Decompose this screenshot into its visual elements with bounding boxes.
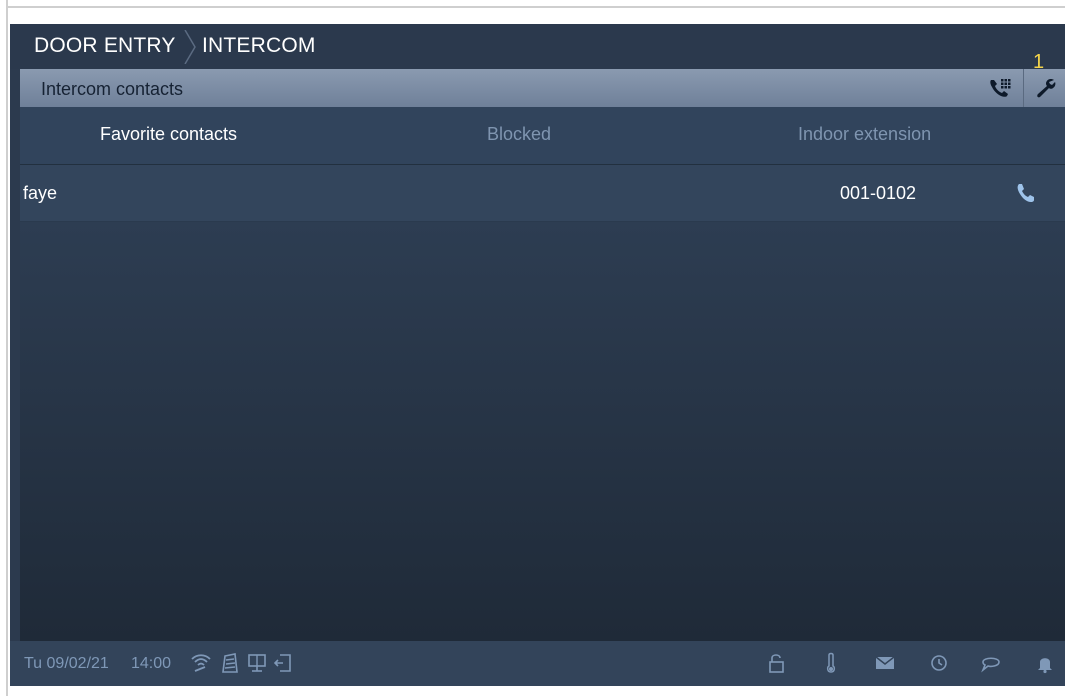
tab-blocked[interactable]: Blocked [487,124,551,145]
exit-icon [273,654,291,672]
callout-number: 1 [1033,51,1045,73]
screen-icon [248,654,266,672]
tab-favorite-contacts[interactable]: Favorite contacts [100,124,237,145]
bell-icon[interactable] [1034,652,1056,674]
contact-name: faye [23,183,58,203]
status-date: Tu 09/02/21 [24,655,109,672]
header: DOOR ENTRY INTERCOM [10,24,1065,69]
breadcrumb-intercom[interactable]: INTERCOM [202,34,316,58]
breadcrumb-separator-icon [184,30,196,64]
tab-bar: Favorite contacts Blocked Indoor extensi… [20,107,1065,165]
frame-left [0,0,8,696]
history-icon[interactable] [928,652,950,674]
breadcrumb-door-entry[interactable]: DOOR ENTRY [34,34,176,58]
wrench-icon [1037,79,1056,98]
status-time: 14:00 [131,655,172,672]
lock-icon[interactable] [766,652,788,674]
phone-keypad-icon [990,79,1011,97]
chat-icon[interactable] [980,652,1002,674]
thermometer-icon[interactable] [820,652,842,674]
tab-indoor-extension[interactable]: Indoor extension [798,124,931,145]
status-bar: Tu 09/02/21 14:00 [10,641,1065,686]
page-title: Intercom contacts [41,79,184,99]
mail-icon[interactable] [874,652,896,674]
content-area [20,222,1065,641]
dial-keypad-button[interactable] [978,69,1022,107]
settings-button[interactable] [1023,69,1065,107]
wifi-icon [191,654,211,672]
building-icon [222,653,238,673]
title-bar: Intercom contacts 1 [20,51,1065,107]
app-screen: DOOR ENTRY INTERCOM Intercom contacts 1 … [10,24,1065,686]
contact-list: faye 001-0102 [20,165,1065,222]
contact-row[interactable]: faye 001-0102 [20,165,1065,222]
phone-icon[interactable] [1015,182,1037,204]
frame-top [8,0,1065,8]
contact-number: 001-0102 [840,183,917,203]
